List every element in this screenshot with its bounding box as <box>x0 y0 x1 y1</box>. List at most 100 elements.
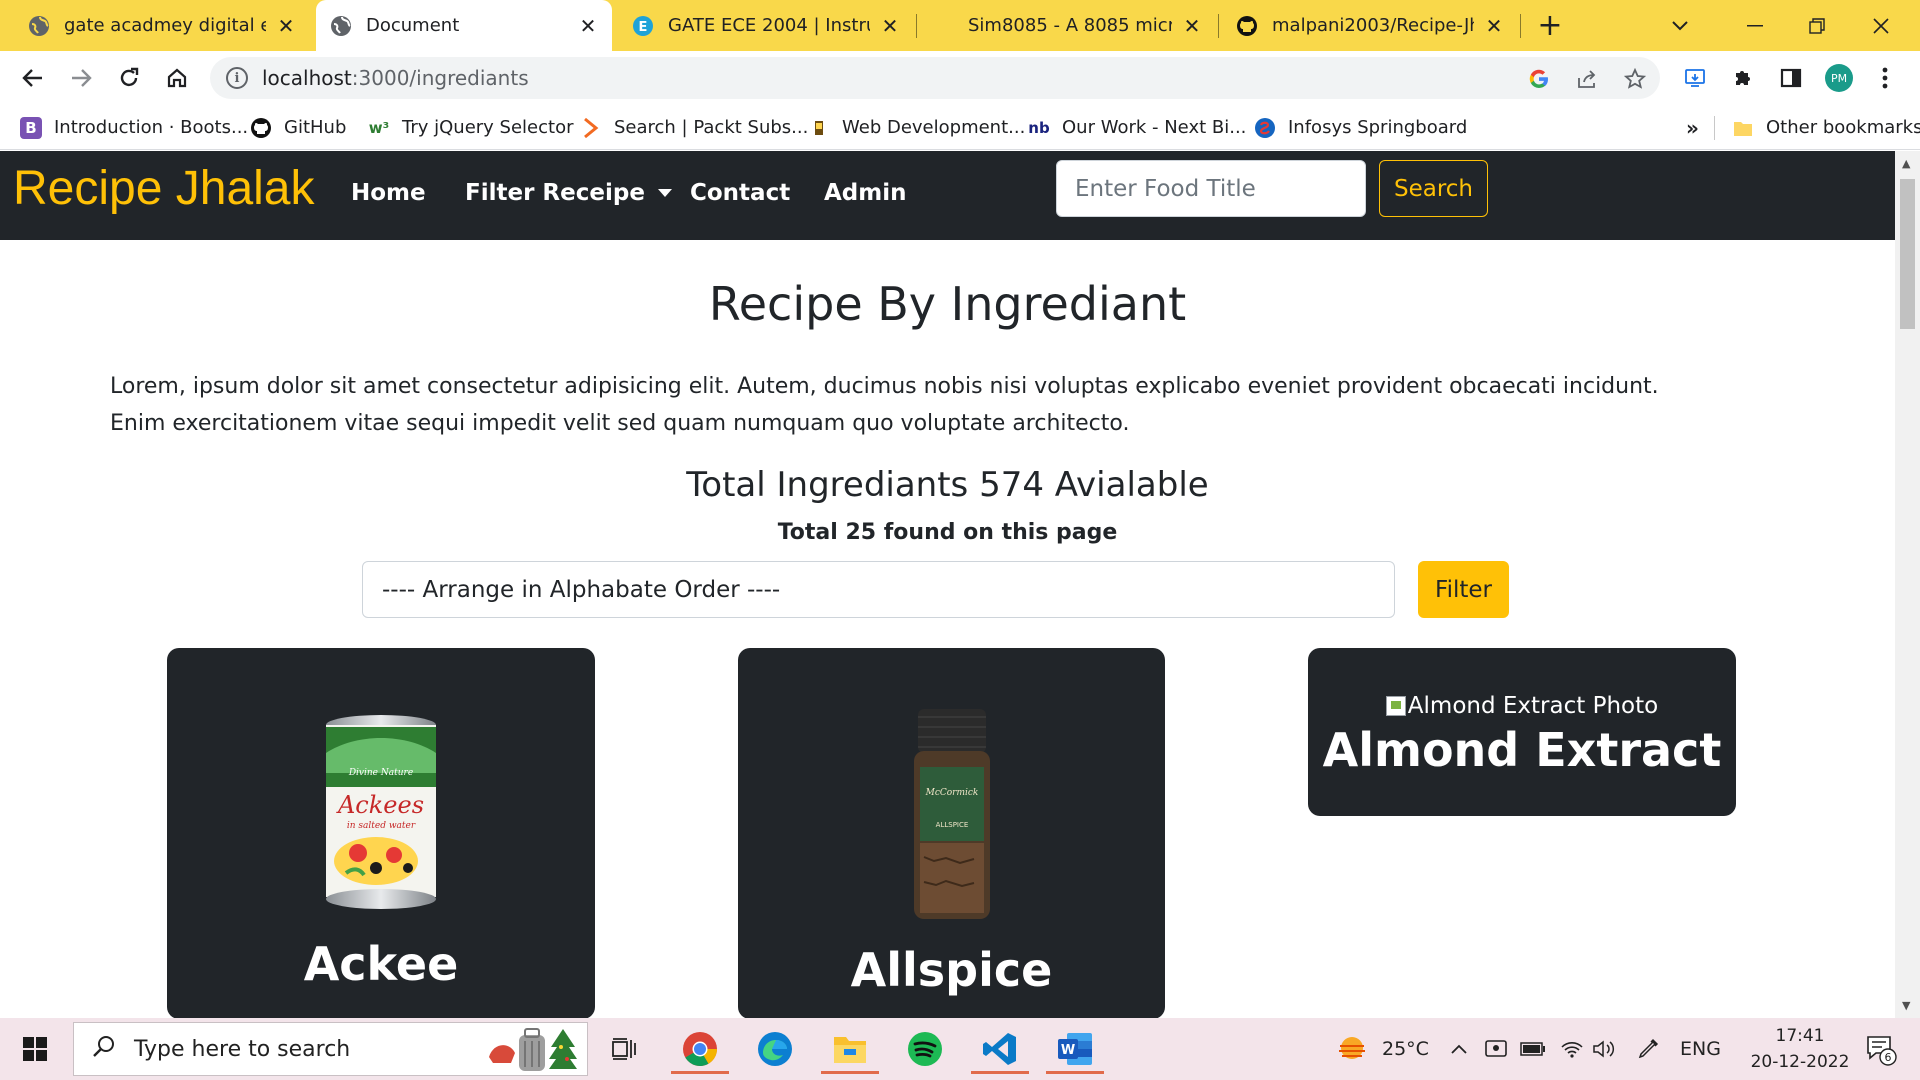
forward-button[interactable] <box>62 59 100 97</box>
sort-order-select[interactable]: ---- Arrange in Alphabate Order ---- <box>362 561 1395 618</box>
url-text: localhost:3000/ingrediants <box>262 66 529 90</box>
running-indicator <box>671 1071 729 1074</box>
windows-logo-icon <box>23 1037 47 1061</box>
close-icon[interactable]: ✕ <box>578 14 598 38</box>
ingredient-card-ackee[interactable]: Divine Nature Ackees in salted water Ack… <box>167 648 595 1018</box>
battery-icon[interactable] <box>1520 1018 1546 1080</box>
nav-admin[interactable]: Admin <box>824 180 907 206</box>
other-bookmarks[interactable]: Other bookmarks <box>1732 105 1920 150</box>
tab-separator <box>916 14 917 38</box>
bookmark-label: Web Development... <box>842 117 1026 138</box>
ingredient-card-allspice[interactable]: McCormick ALLSPICE Allspice <box>738 648 1165 1018</box>
nav-filter-dropdown[interactable]: Filter Receipe <box>465 180 672 206</box>
show-hidden-icons-chevron[interactable] <box>1450 1018 1468 1080</box>
profile-avatar[interactable]: PM <box>1820 59 1858 97</box>
caret-down-icon <box>657 189 672 197</box>
extensions-puzzle-icon[interactable] <box>1724 59 1762 97</box>
page-scrollbar[interactable]: ▲ ▼ <box>1895 151 1920 1018</box>
close-window-button[interactable] <box>1856 0 1906 51</box>
bookmark-next-bi[interactable]: nb Our Work - Next Bi... <box>1028 105 1246 150</box>
new-tab-button[interactable]: + <box>1530 0 1570 51</box>
profile-initials: PM <box>1831 72 1847 85</box>
vscode-icon[interactable] <box>965 1024 1035 1074</box>
total-ingredients-heading: Total Ingrediants 574 Avialable <box>686 465 1209 505</box>
clock[interactable]: 17:41 20-12-2022 <box>1736 1018 1864 1080</box>
scroll-up-arrow-icon[interactable]: ▲ <box>1902 157 1910 170</box>
tab-github-repo[interactable]: malpani2003/Recipe-Jhal ✕ <box>1222 0 1518 51</box>
nav-filter-label: Filter Receipe <box>465 180 645 206</box>
home-button[interactable] <box>158 59 196 97</box>
close-icon[interactable]: ✕ <box>880 14 900 38</box>
filter-button[interactable]: Filter <box>1418 561 1509 618</box>
url-path: :3000/ingrediants <box>351 66 529 90</box>
cast-extension-icon[interactable] <box>1676 59 1714 97</box>
tab-gate-ece[interactable]: E GATE ECE 2004 | Instructic ✕ <box>618 0 914 51</box>
nb-icon: nb <box>1028 118 1050 137</box>
pen-icon[interactable] <box>1636 1018 1660 1080</box>
side-panel-icon[interactable] <box>1772 59 1810 97</box>
bookmarks-overflow-button[interactable]: » <box>1686 105 1699 150</box>
reload-button[interactable] <box>110 59 148 97</box>
bookmark-bootstrap[interactable]: B Introduction · Boots... <box>20 105 248 150</box>
volume-icon[interactable] <box>1592 1018 1616 1080</box>
bookmark-label: Introduction · Boots... <box>54 117 249 138</box>
tab-document[interactable]: Document ✕ <box>316 0 612 51</box>
bookmark-packt[interactable]: Search | Packt Subs... <box>580 105 808 150</box>
restore-button[interactable] <box>1792 0 1842 51</box>
can-brand-text: Divine Nature <box>348 768 413 778</box>
scroll-down-arrow-icon[interactable]: ▼ <box>1902 999 1910 1012</box>
nav-home[interactable]: Home <box>351 180 426 206</box>
scrollbar-thumb[interactable] <box>1900 179 1915 329</box>
screen-capture-icon[interactable] <box>1484 1018 1508 1080</box>
bookmark-label: GitHub <box>284 117 347 138</box>
chrome-icon[interactable] <box>665 1024 735 1074</box>
nav-contact[interactable]: Contact <box>690 180 790 206</box>
close-icon[interactable]: ✕ <box>1182 14 1202 38</box>
jar-label-text: McCormick <box>924 788 978 798</box>
ingredient-name: Allspice <box>850 943 1053 997</box>
bookmarks-bar: B Introduction · Boots... GitHub w³ Try … <box>0 105 1920 150</box>
edge-icon[interactable] <box>740 1024 810 1074</box>
found-on-page-heading: Total 25 found on this page <box>777 520 1118 545</box>
close-icon[interactable]: ✕ <box>1484 14 1504 38</box>
search-button[interactable]: Search <box>1379 160 1488 217</box>
ingredient-name: Ackee <box>303 937 459 991</box>
address-bar[interactable]: i localhost:3000/ingrediants <box>210 57 1660 99</box>
tab-sim8085[interactable]: Sim8085 - A 8085 microp ✕ <box>920 0 1216 51</box>
back-button[interactable] <box>14 59 52 97</box>
google-icon[interactable] <box>1526 66 1552 92</box>
food-search-input[interactable]: Enter Food Title <box>1056 160 1366 217</box>
wifi-icon[interactable] <box>1560 1018 1584 1080</box>
search-highlight-illustration <box>489 1028 577 1071</box>
notification-count: 6 <box>1885 1051 1892 1064</box>
task-view-icon[interactable] <box>590 1024 656 1074</box>
tab-search-icon[interactable] <box>1660 0 1700 51</box>
folder-icon <box>1732 117 1754 139</box>
chrome-menu-icon[interactable] <box>1866 59 1904 97</box>
weather-temp: 25°C <box>1382 1038 1429 1060</box>
bookmark-github[interactable]: GitHub <box>250 105 346 150</box>
tab-gate-academy[interactable]: gate acadmey digital elec ✕ <box>14 0 310 51</box>
weather-widget[interactable]: 25°C <box>1336 1018 1429 1080</box>
notification-center[interactable]: 6 <box>1856 1018 1906 1080</box>
ingredient-card-almond-extract[interactable]: Almond Extract Photo Almond Extract <box>1308 648 1736 816</box>
bookmark-infosys[interactable]: Infosys Springboard <box>1254 105 1467 150</box>
close-icon[interactable]: ✕ <box>276 14 296 38</box>
site-info-icon[interactable]: i <box>226 67 248 89</box>
taskbar-search-box[interactable]: Type here to search <box>73 1022 588 1076</box>
can-sub-text: in salted water <box>347 821 416 831</box>
image-alt-text: Almond Extract Photo <box>1407 693 1659 719</box>
word-icon[interactable]: W <box>1040 1024 1110 1074</box>
minimize-button[interactable] <box>1730 0 1780 51</box>
spotify-icon[interactable] <box>890 1024 960 1074</box>
bookmark-web-dev[interactable]: Web Development... <box>808 105 1025 150</box>
star-bookmark-icon[interactable] <box>1622 66 1648 92</box>
input-language[interactable]: ENG <box>1680 1018 1721 1080</box>
site-brand[interactable]: Recipe Jhalak <box>13 161 315 216</box>
start-button[interactable] <box>0 1024 70 1074</box>
file-explorer-icon[interactable] <box>815 1024 885 1074</box>
tab-title: gate acadmey digital elec <box>64 15 266 36</box>
share-icon[interactable] <box>1574 66 1600 92</box>
taskbar-search-placeholder: Type here to search <box>134 1036 351 1062</box>
bookmark-jquery[interactable]: w³ Try jQuery Selector <box>368 105 574 150</box>
